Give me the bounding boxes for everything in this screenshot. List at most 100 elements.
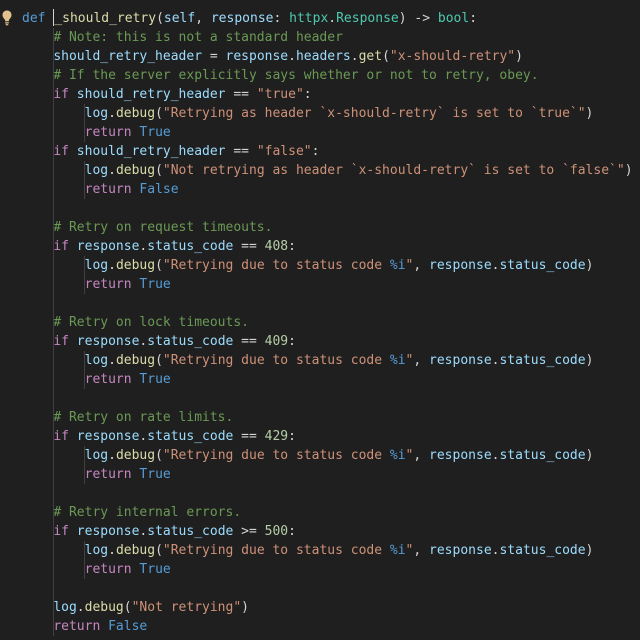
code-line[interactable]: # Retry on lock timeouts. [22, 313, 640, 332]
code-token: ) -> [398, 11, 438, 26]
code-line[interactable]: return False [22, 617, 640, 636]
code-line[interactable]: def _should_retry(self, response: httpx.… [22, 9, 640, 28]
indent-guide [53, 503, 54, 522]
code-token: response [429, 543, 492, 558]
code-token: ( [155, 106, 163, 121]
code-token: log [84, 258, 109, 273]
code-line[interactable]: log.debug("Retrying as header `x-should-… [22, 104, 640, 123]
code-token: ( [155, 448, 163, 463]
code-token: ( [155, 543, 163, 558]
code-token: Response [336, 11, 399, 26]
code-token: return [84, 277, 132, 292]
code-line[interactable]: return True [22, 123, 640, 142]
code-token: >= [233, 524, 265, 539]
code-line[interactable]: return True [22, 560, 640, 579]
code-token: should_retry_header [53, 49, 203, 64]
indent-guide [53, 294, 54, 313]
code-token: # Note: this is not a standard header [53, 30, 343, 45]
code-token: . [76, 600, 85, 615]
code-token: status_code [499, 353, 586, 368]
code-token: . [328, 11, 337, 26]
code-token: response [76, 239, 140, 254]
code-token: if [53, 87, 69, 102]
code-line[interactable]: if should_retry_header == "false": [22, 142, 640, 161]
code-token: . [108, 258, 116, 273]
indent-guide [53, 427, 54, 446]
code-token: : [288, 239, 296, 254]
code-token: ( [123, 600, 132, 615]
code-line[interactable] [22, 389, 640, 408]
code-line[interactable]: return True [22, 370, 640, 389]
code-token: ) [585, 258, 594, 273]
indent-guide [53, 199, 54, 218]
code-token: == [233, 239, 265, 254]
code-token: . [108, 163, 116, 178]
code-line[interactable]: # Retry internal errors. [22, 503, 640, 522]
code-line[interactable]: log.debug("Retrying due to status code %… [22, 541, 640, 560]
code-token: status_code [147, 524, 234, 539]
code-line[interactable]: if response.status_code == 408: [22, 237, 640, 256]
code-editor[interactable]: def _should_retry(self, response: httpx.… [0, 0, 640, 640]
code-line[interactable]: if response.status_code >= 500: [22, 522, 640, 541]
lightbulb-icon[interactable] [1, 9, 13, 27]
code-token: def [22, 11, 46, 26]
code-line[interactable] [22, 484, 640, 503]
indent-guide [84, 104, 85, 123]
indent-guide [53, 370, 54, 389]
code-token: ( [382, 49, 390, 64]
code-token: . [108, 353, 116, 368]
code-line[interactable]: log.debug("Not retrying") [22, 598, 640, 617]
indent-guide [53, 541, 54, 560]
code-line[interactable]: if response.status_code == 429: [22, 427, 640, 446]
code-line[interactable]: # Retry on request timeouts. [22, 218, 640, 237]
code-token: status_code [499, 543, 586, 558]
indent-guide [84, 351, 85, 370]
code-line[interactable]: log.debug("Retrying due to status code %… [22, 256, 640, 275]
code-token: debug [115, 163, 156, 178]
code-token: return [84, 182, 132, 197]
code-token: if [53, 239, 69, 254]
code-line[interactable]: if response.status_code == 409: [22, 332, 640, 351]
code-line[interactable]: # If the server explicitly says whether … [22, 66, 640, 85]
code-token: == [225, 144, 257, 159]
code-token: False [139, 182, 179, 197]
indent-guide [84, 275, 85, 294]
code-line[interactable]: return False [22, 180, 640, 199]
code-line[interactable]: return True [22, 275, 640, 294]
code-token: if [53, 334, 69, 349]
indent-guide [84, 541, 85, 560]
code-token: return [84, 372, 132, 387]
code-line[interactable]: log.debug("Retrying due to status code %… [22, 446, 640, 465]
code-token: "Retrying as header `x-should-retry` is … [162, 106, 586, 121]
code-token: response [210, 11, 274, 26]
code-line[interactable]: if should_retry_header == "true": [22, 85, 640, 104]
code-line[interactable] [22, 199, 640, 218]
code-line[interactable]: # Note: this is not a standard header [22, 28, 640, 47]
code-area[interactable]: def _should_retry(self, response: httpx.… [22, 9, 640, 636]
indent-guide [53, 85, 54, 104]
indent-guide [53, 560, 54, 579]
code-token: get [358, 49, 383, 64]
code-token: status_code [147, 429, 234, 444]
code-token: log [84, 448, 109, 463]
code-line[interactable]: log.debug("Retrying due to status code %… [22, 351, 640, 370]
code-token: 408 [264, 239, 289, 254]
indent-guide [53, 351, 54, 370]
code-token: status_code [499, 448, 586, 463]
code-line[interactable] [22, 579, 640, 598]
code-line[interactable]: # Retry on rate limits. [22, 408, 640, 427]
code-line[interactable]: log.debug("Not retrying as header `x-sho… [22, 161, 640, 180]
code-token: response [429, 353, 492, 368]
code-token: , [413, 353, 430, 368]
code-line[interactable] [22, 294, 640, 313]
code-line[interactable]: should_retry_header = response.headers.g… [22, 47, 640, 66]
indent-guide [53, 332, 54, 351]
code-line[interactable]: return True [22, 465, 640, 484]
